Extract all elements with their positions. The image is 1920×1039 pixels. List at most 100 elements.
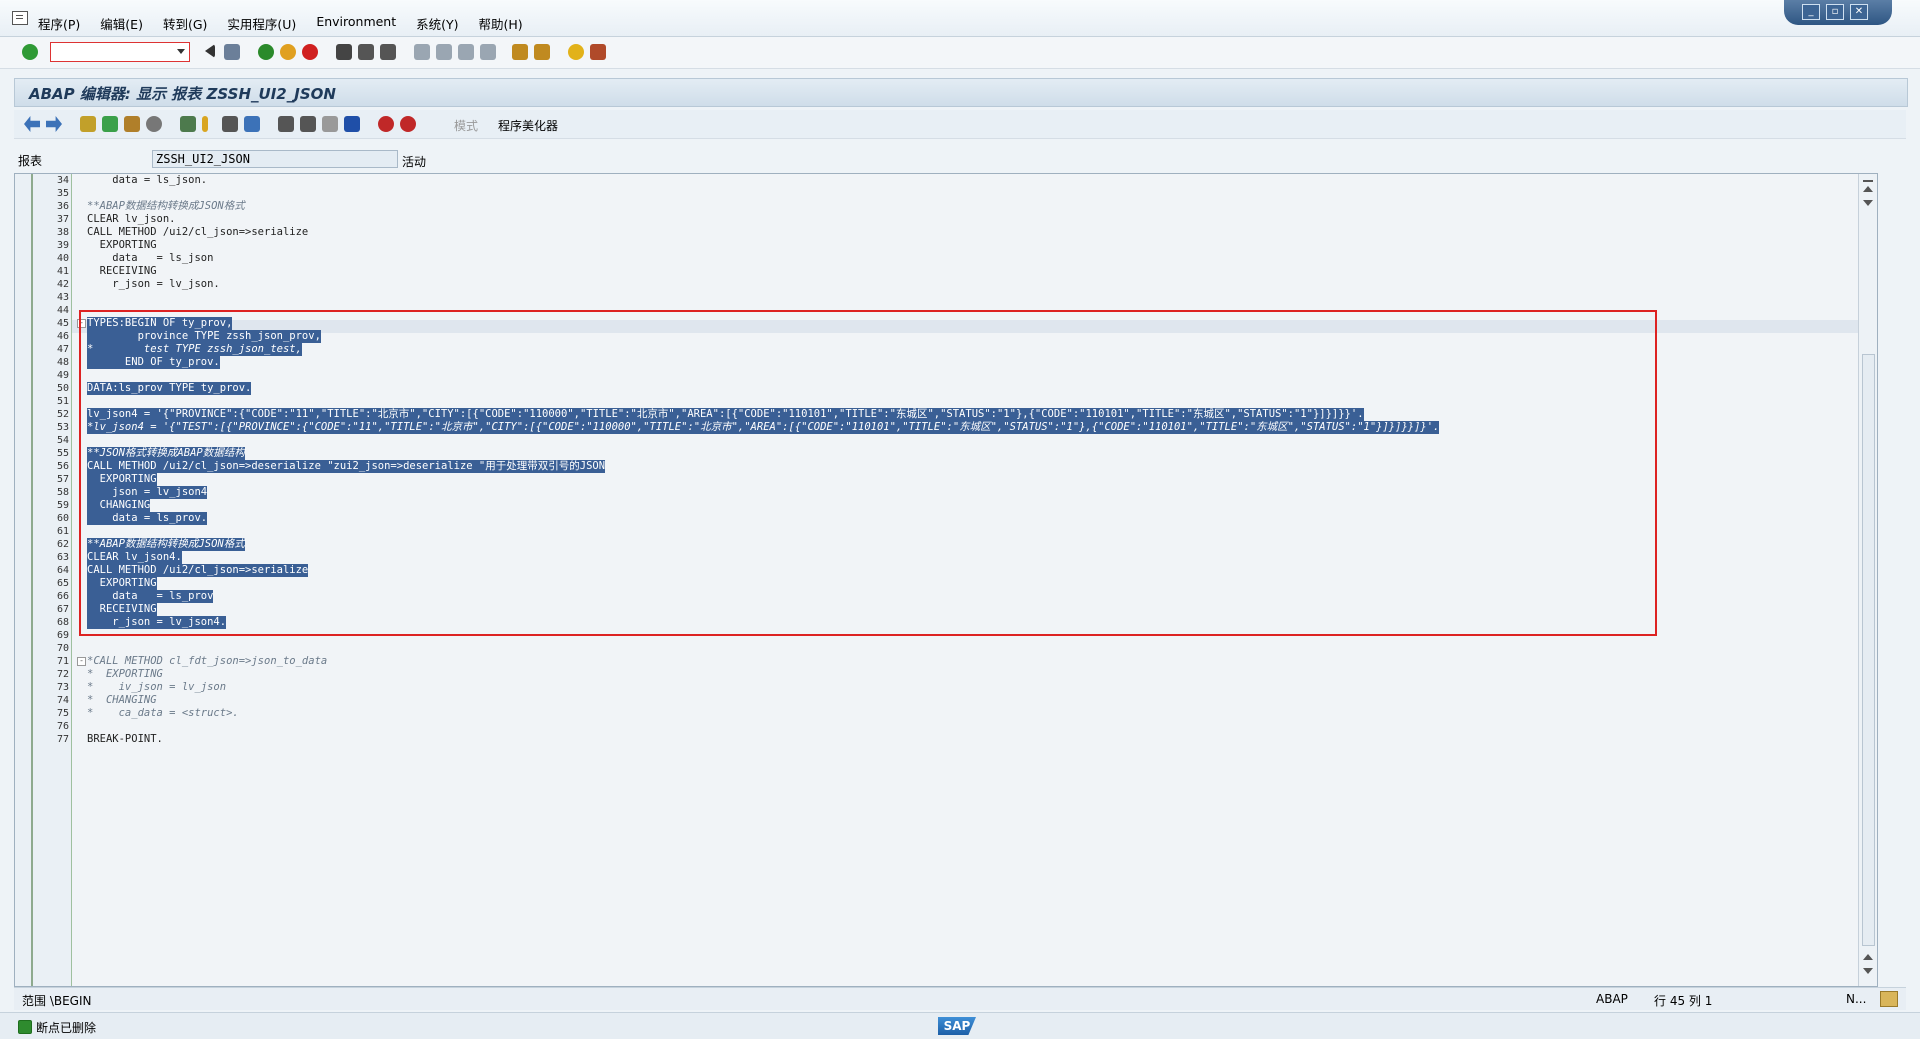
code-line[interactable]: 74 * CHANGING <box>15 694 1877 707</box>
first-page-icon[interactable] <box>414 44 430 60</box>
pretty-printer-button[interactable]: 程序美化器 <box>498 117 558 134</box>
help-icon[interactable] <box>568 44 584 60</box>
back-icon[interactable] <box>258 44 274 60</box>
code-line[interactable]: 39 EXPORTING <box>15 239 1877 252</box>
report-name-field[interactable]: ZSSH_UI2_JSON <box>152 150 398 168</box>
page-title: ABAP 编辑器: 显示 报表 ZSSH_UI2_JSON <box>29 85 336 103</box>
command-field[interactable] <box>50 42 190 62</box>
code-text: data = ls_json. <box>87 174 208 186</box>
print-icon[interactable] <box>336 44 352 60</box>
menu-icon[interactable] <box>12 11 28 25</box>
line-number: 47 <box>56 344 69 355</box>
code-line[interactable]: 42 r_json = lv_json. <box>15 278 1877 291</box>
code-line[interactable]: 73 * iv_json = lv_json <box>15 681 1877 694</box>
back-icon[interactable] <box>24 116 40 132</box>
scroll-top-icon[interactable] <box>1863 180 1873 182</box>
chevron-down-icon[interactable] <box>177 49 185 54</box>
menu-edit[interactable]: 编辑(E) <box>100 14 143 33</box>
code-text: EXPORTING <box>87 239 157 251</box>
code-line[interactable]: 76 <box>15 720 1877 733</box>
line-number: 69 <box>56 630 69 641</box>
find-icon[interactable] <box>358 44 374 60</box>
line-number: 51 <box>56 396 69 407</box>
line-number: 66 <box>56 591 69 602</box>
line-number: 71 <box>56 656 69 667</box>
menu-goto[interactable]: 转到(G) <box>163 14 207 33</box>
scroll-down-icon[interactable] <box>1863 968 1873 974</box>
success-check-icon <box>18 1020 32 1034</box>
line-number: 48 <box>56 357 69 368</box>
activate-icon[interactable] <box>146 116 162 132</box>
code-line[interactable]: 40 data = ls_json <box>15 252 1877 265</box>
info-icon[interactable] <box>344 116 360 132</box>
menu-utilities[interactable]: 实用程序(U) <box>227 14 296 33</box>
editor-status-bar: 范围 \BEGIN ABAP 行 45 列 1 N... <box>14 987 1906 1010</box>
shortcut-icon[interactable] <box>534 44 550 60</box>
code-line[interactable]: 43 <box>15 291 1877 304</box>
menu-environment[interactable]: Environment <box>316 14 396 33</box>
line-number: 42 <box>56 279 69 290</box>
display-change-icon[interactable] <box>80 116 96 132</box>
next-page-icon[interactable] <box>458 44 474 60</box>
line-number: 58 <box>56 487 69 498</box>
enter-icon[interactable] <box>22 44 38 60</box>
code-text: RECEIVING <box>87 265 157 277</box>
line-number: 36 <box>56 201 69 212</box>
display-object-icon[interactable] <box>300 116 316 132</box>
last-page-icon[interactable] <box>480 44 496 60</box>
code-line[interactable]: 34 data = ls_json. <box>15 174 1877 187</box>
where-used-icon[interactable] <box>202 116 208 132</box>
code-line[interactable]: 77 BREAK-POINT. <box>15 733 1877 746</box>
object-list-icon[interactable] <box>222 116 238 132</box>
find-next-icon[interactable] <box>380 44 396 60</box>
line-number: 63 <box>56 552 69 563</box>
new-session-icon[interactable] <box>512 44 528 60</box>
fullscreen-icon[interactable] <box>322 116 338 132</box>
line-number: 35 <box>56 188 69 199</box>
minimize-button[interactable]: _ <box>1802 4 1820 20</box>
layout-menu-icon[interactable] <box>590 44 606 60</box>
code-line[interactable]: 36 **ABAP数据结构转换成JSON格式 <box>15 200 1877 213</box>
hierarchy-icon[interactable] <box>278 116 294 132</box>
scroll-up-bottom-icon[interactable] <box>1863 954 1873 960</box>
code-line[interactable]: 41 RECEIVING <box>15 265 1877 278</box>
scroll-down-small-icon[interactable] <box>1863 200 1873 206</box>
maximize-button[interactable]: ▫ <box>1826 4 1844 20</box>
code-line[interactable]: 35 <box>15 187 1877 200</box>
line-number: 39 <box>56 240 69 251</box>
navigation-icon[interactable] <box>244 116 260 132</box>
close-button[interactable]: ✕ <box>1850 4 1868 20</box>
menu-system[interactable]: 系统(Y) <box>416 14 458 33</box>
code-line[interactable]: 72 * EXPORTING <box>15 668 1877 681</box>
vertical-scrollbar[interactable] <box>1858 174 1877 986</box>
external-breakpoint-icon[interactable] <box>400 116 416 132</box>
pattern-button[interactable]: 模式 <box>454 117 478 134</box>
code-line[interactable]: 38 CALL METHOD /ui2/cl_json=>serialize <box>15 226 1877 239</box>
selection-highlight-box <box>79 310 1657 636</box>
code-text: **ABAP数据结构转换成JSON格式 <box>87 200 245 212</box>
code-editor[interactable]: 34 data = ls_json. 35 36 **ABAP数据结构转换成JSON格… <box>14 173 1878 987</box>
previous-page-icon[interactable] <box>436 44 452 60</box>
scroll-up-icon[interactable] <box>1863 186 1873 192</box>
scope-text: 范围 \BEGIN <box>22 994 92 1008</box>
code-line[interactable]: 37 CLEAR lv_json. <box>15 213 1877 226</box>
scrollbar-thumb[interactable] <box>1862 354 1875 946</box>
cancel-icon[interactable] <box>302 44 318 60</box>
menu-program[interactable]: 程序(P) <box>38 14 80 33</box>
test-icon[interactable] <box>180 116 196 132</box>
exit-icon[interactable] <box>280 44 296 60</box>
breakpoint-icon[interactable] <box>378 116 394 132</box>
fold-toggle-icon[interactable]: - <box>77 657 86 666</box>
code-line[interactable]: 71- *CALL METHOD cl_fdt_json=>json_to_dat… <box>15 655 1877 668</box>
check-icon[interactable] <box>124 116 140 132</box>
forward-icon[interactable] <box>46 116 62 132</box>
line-number: 59 <box>56 500 69 511</box>
code-line[interactable]: 75 * ca_data = <struct>. <box>15 707 1877 720</box>
code-line[interactable]: 70 <box>15 642 1877 655</box>
menu-help[interactable]: 帮助(H) <box>479 14 523 33</box>
save-icon[interactable] <box>224 44 240 60</box>
status-message: 断点已删除 <box>36 1021 97 1035</box>
line-number: 64 <box>56 565 69 576</box>
settings-icon[interactable] <box>1880 991 1898 1007</box>
active-inactive-icon[interactable] <box>102 116 118 132</box>
